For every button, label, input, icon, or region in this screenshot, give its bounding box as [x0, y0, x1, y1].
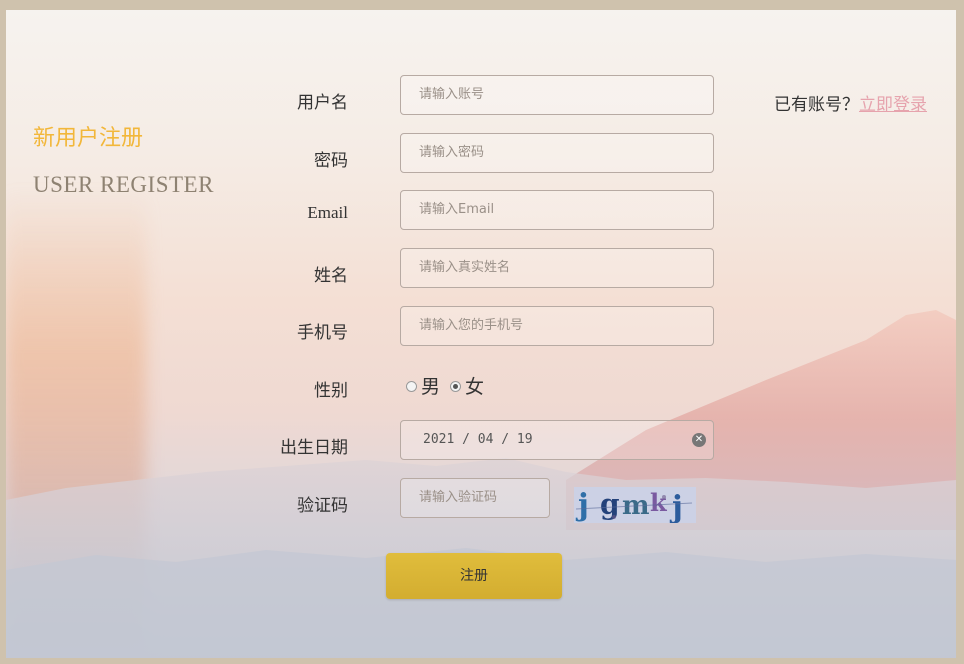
gender-option-female[interactable]: 女 [450, 372, 484, 399]
realname-label: 姓名 [314, 266, 348, 286]
email-input[interactable]: 请输入Email [400, 190, 714, 230]
captcha-char: j [575, 488, 589, 523]
register-title-en: USER REGISTER [33, 172, 214, 197]
login-prompt: 已有账号？立即登录 [774, 90, 927, 115]
realname-input[interactable]: 请输入真实姓名 [400, 248, 714, 288]
register-title-cn: 新用户注册 [33, 126, 144, 151]
captcha-input[interactable]: 请输入验证码 [400, 478, 550, 518]
gender-label: 性别 [314, 381, 348, 401]
phone-label: 手机号 [297, 323, 348, 343]
clear-date-icon[interactable]: ✕ [692, 433, 706, 447]
email-label: Email [307, 203, 348, 222]
captcha-char: j [669, 490, 683, 523]
gender-radio-group: 男 女 [406, 372, 494, 399]
captcha-image[interactable]: j g m k j [574, 487, 696, 523]
login-prompt-text: 已有账号？ [774, 95, 859, 115]
radio-male[interactable] [406, 381, 417, 392]
gender-male-label: 男 [421, 376, 441, 398]
username-label: 用户名 [297, 93, 348, 113]
captcha-label: 验证码 [297, 496, 348, 516]
username-input[interactable]: 请输入账号 [400, 75, 714, 115]
login-link[interactable]: 立即登录 [859, 95, 927, 115]
birthday-value: 2021 / 04 / 19 [423, 432, 533, 447]
birthday-label: 出生日期 [280, 438, 348, 458]
password-input[interactable]: 请输入密码 [400, 133, 714, 173]
phone-input[interactable]: 请输入您的手机号 [400, 306, 714, 346]
captcha-char: g [600, 488, 620, 521]
password-label: 密码 [314, 151, 348, 171]
gender-option-male[interactable]: 男 [406, 372, 440, 399]
radio-female[interactable] [450, 381, 462, 392]
gender-female-label: 女 [465, 376, 485, 398]
register-panel: 新用户注册 USER REGISTER 已有账号？立即登录 用户名 请输入账号 … [6, 10, 956, 658]
register-button[interactable]: 注册 [386, 553, 562, 599]
captcha-char: k [650, 488, 668, 517]
birthday-input[interactable]: 2021 / 04 / 19 ✕ [400, 420, 714, 460]
